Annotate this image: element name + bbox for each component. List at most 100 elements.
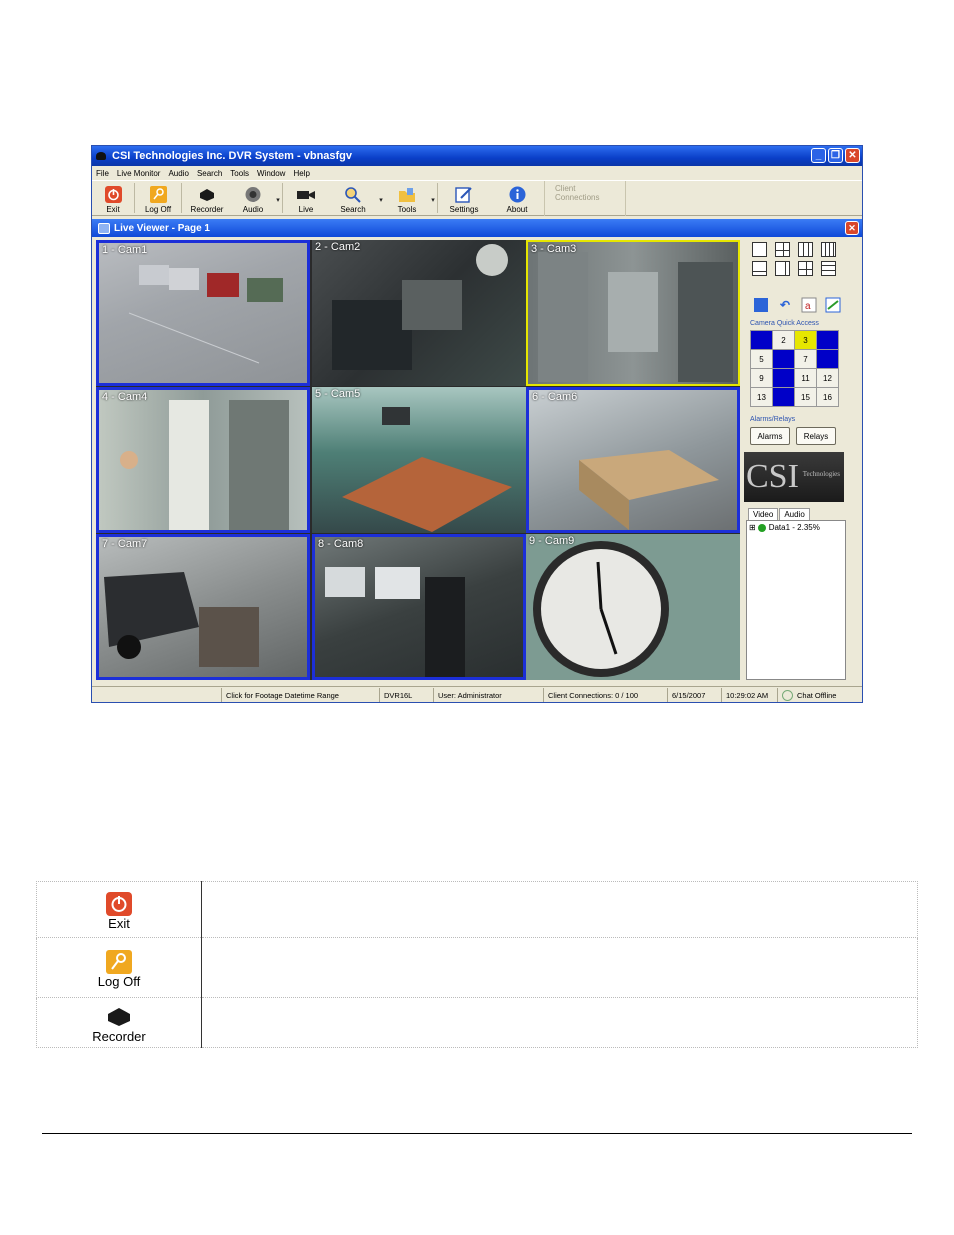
audio-button[interactable]: Audio (232, 181, 274, 215)
svg-text:a: a (805, 301, 811, 312)
quick-access-2[interactable]: 2 (773, 331, 794, 349)
alarms-relays-title: Alarms/Relays (750, 416, 796, 423)
live-viewer-titlebar[interactable]: Live Viewer - Page 1 ✕ (92, 219, 862, 237)
exit-icon (106, 892, 132, 916)
camera-tile-4[interactable]: 4 - Cam4 (96, 387, 310, 533)
minimize-button[interactable]: _ (811, 148, 826, 163)
legend-recorder-description (201, 997, 918, 1048)
camera-label: 2 - Cam2 (315, 241, 361, 253)
legend-logoff-description (201, 937, 918, 998)
alarms-button[interactable]: Alarms (750, 427, 790, 445)
layout-custom-icon[interactable] (821, 261, 836, 276)
layout-2x2-icon[interactable] (775, 242, 790, 257)
search-button[interactable]: Search (329, 181, 377, 215)
status-connections: Client Connections: 0 / 100 (544, 688, 668, 702)
menu-file[interactable]: File (96, 169, 109, 178)
key-icon (106, 950, 132, 974)
app-camera-icon (96, 152, 106, 160)
status-model: DVR16L (380, 688, 434, 702)
quick-access-11[interactable]: 11 (795, 369, 816, 387)
quick-access-4[interactable] (817, 331, 838, 349)
camera-tile-1[interactable]: 1 - Cam1 (96, 240, 310, 386)
recorder-icon (106, 1005, 132, 1029)
quick-access-8[interactable] (817, 350, 838, 368)
expand-icon[interactable]: ⊞ (749, 523, 756, 532)
quick-access-1[interactable] (751, 331, 772, 349)
layout-3x3-icon[interactable] (798, 242, 813, 257)
quick-access-12[interactable]: 12 (817, 369, 838, 387)
status-blank (92, 688, 222, 702)
layout-1x1-icon[interactable] (752, 242, 767, 257)
undo-icon[interactable]: ↶ (776, 296, 794, 313)
magnifier-icon (344, 186, 362, 203)
camera-tile-3[interactable]: 3 - Cam3 (526, 240, 740, 386)
live-viewer-close-button[interactable]: ✕ (845, 221, 859, 235)
quick-access-13[interactable]: 13 (751, 388, 772, 406)
legend-label: Exit (108, 916, 130, 931)
relays-button[interactable]: Relays (796, 427, 836, 445)
quick-access-6[interactable] (773, 350, 794, 368)
camera-quick-access-grid: 2 3 5 7 9 11 12 13 15 16 (750, 330, 839, 407)
quick-access-title: Camera Quick Access (750, 320, 819, 327)
tab-audio[interactable]: Audio (779, 508, 810, 520)
csi-logo: CSI Technologies (744, 452, 844, 502)
snapshot-icon[interactable] (824, 296, 842, 313)
close-button[interactable]: ✕ (845, 148, 860, 163)
quick-access-5[interactable]: 5 (751, 350, 772, 368)
side-panel: ↶ a Camera Quick Access 2 3 5 7 9 11 12 … (744, 240, 860, 680)
settings-pen-icon (455, 186, 473, 203)
layout-1plus7-icon[interactable] (775, 261, 790, 276)
menu-window[interactable]: Window (257, 169, 285, 178)
full-screen-icon[interactable] (752, 296, 770, 313)
camera-tile-8[interactable]: 8 - Cam8 (312, 534, 526, 680)
status-user: User: Administrator (434, 688, 544, 702)
quick-access-10[interactable] (773, 369, 794, 387)
live-button[interactable]: Live (283, 181, 329, 215)
tab-video[interactable]: Video (748, 508, 779, 520)
exit-button[interactable]: Exit (92, 181, 134, 215)
settings-button[interactable]: Settings (438, 181, 490, 215)
menu-audio[interactable]: Audio (168, 169, 188, 178)
camera-tile-2[interactable]: 2 - Cam2 (312, 240, 526, 386)
quick-access-16[interactable]: 16 (817, 388, 838, 406)
menu-tools[interactable]: Tools (230, 169, 249, 178)
audio-dropdown-arrow[interactable]: ▾ (274, 181, 282, 204)
status-footage-range[interactable]: Click for Footage Datetime Range (222, 688, 380, 702)
window-title: CSI Technologies Inc. DVR System - vbnas… (112, 150, 353, 162)
restore-button[interactable]: ❐ (828, 148, 843, 163)
quick-access-14[interactable] (773, 388, 794, 406)
legend-recorder-cell: Recorder (36, 997, 202, 1048)
status-date: 6/15/2007 (668, 688, 722, 702)
menu-help[interactable]: Help (293, 169, 309, 178)
quick-access-7[interactable]: 7 (795, 350, 816, 368)
layout-4x4-icon[interactable] (821, 242, 836, 257)
camera-tile-9[interactable]: 9 - Cam9 (526, 534, 740, 680)
camera-tile-5[interactable]: 5 - Cam5 (312, 387, 526, 533)
menu-bar: File Live Monitor Audio Search Tools Win… (92, 166, 862, 180)
camera-tile-7[interactable]: 7 - Cam7 (96, 534, 310, 680)
layout-1plus5-icon[interactable] (752, 261, 767, 276)
tree-item-data1[interactable]: Data1 - 2.35% (769, 523, 820, 532)
about-button[interactable]: About (490, 181, 544, 215)
main-toolbar: Exit Log Off Recorder Audio ▾ Live Searc… (92, 180, 862, 216)
camera-tile-6[interactable]: 6 - Cam6 (526, 387, 740, 533)
menu-live-monitor[interactable]: Live Monitor (117, 169, 161, 178)
layout-selector (752, 242, 838, 276)
camera-label: 3 - Cam3 (531, 243, 577, 255)
search-dropdown-arrow[interactable]: ▾ (377, 181, 385, 204)
info-icon (508, 186, 526, 203)
chat-status-label: Chat Offline (797, 690, 837, 700)
layout-1plus12-icon[interactable] (798, 261, 813, 276)
menu-search[interactable]: Search (197, 169, 222, 178)
tools-button[interactable]: Tools (385, 181, 429, 215)
quick-access-15[interactable]: 15 (795, 388, 816, 406)
chat-status[interactable]: Chat Offline (778, 688, 860, 702)
recorder-button[interactable]: Recorder (182, 181, 232, 215)
auto-sequence-icon[interactable]: a (800, 296, 818, 313)
logoff-button[interactable]: Log Off (135, 181, 181, 215)
quick-access-3[interactable]: 3 (795, 331, 816, 349)
tools-dropdown-arrow[interactable]: ▾ (429, 181, 437, 204)
window-titlebar[interactable]: CSI Technologies Inc. DVR System - vbnas… (92, 146, 862, 166)
quick-access-9[interactable]: 9 (751, 369, 772, 387)
status-ok-icon (757, 523, 766, 532)
